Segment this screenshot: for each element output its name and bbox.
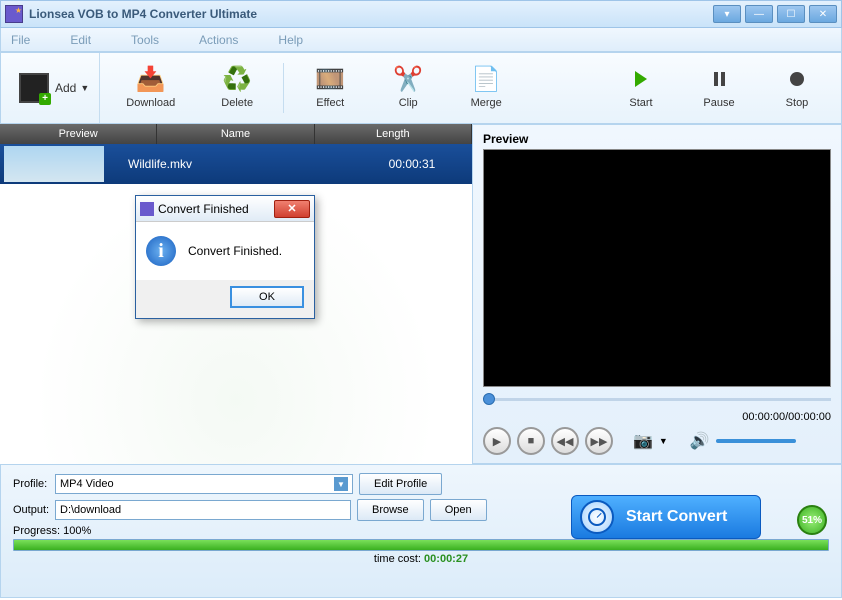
start-convert-button[interactable]: Start Convert (571, 495, 761, 539)
pause-button[interactable]: Pause (683, 59, 755, 117)
dialog-title: Convert Finished (158, 202, 274, 216)
menu-actions[interactable]: Actions (199, 33, 238, 47)
profile-dropdown[interactable]: MP4 Video ▼ (55, 474, 353, 494)
window-title: Lionsea VOB to MP4 Converter Ultimate (29, 7, 713, 21)
download-button[interactable]: 📥 Download (106, 59, 195, 117)
edit-profile-button[interactable]: Edit Profile (359, 473, 442, 495)
merge-icon: 📄 (470, 63, 502, 95)
menu-edit[interactable]: Edit (70, 33, 91, 47)
separator (283, 63, 284, 113)
browse-button[interactable]: Browse (357, 499, 424, 521)
playback-play-button[interactable]: ▶ (483, 427, 511, 455)
play-icon (625, 63, 657, 95)
thumbnail (4, 146, 104, 182)
info-icon: i (146, 236, 176, 266)
pause-icon (703, 63, 735, 95)
chevron-down-icon: ▼ (334, 477, 348, 491)
list-header: Preview Name Length (0, 124, 472, 144)
delete-button[interactable]: ♻️ Delete (201, 59, 273, 117)
title-bar: Lionsea VOB to MP4 Converter Ultimate ▾ … (0, 0, 842, 28)
chevron-down-icon: ▼ (80, 83, 89, 93)
effect-icon: 🎞️ (314, 63, 346, 95)
playback-stop-button[interactable]: ■ (517, 427, 545, 455)
download-icon: 📥 (135, 63, 167, 95)
preview-screen[interactable] (483, 149, 831, 387)
output-label: Output: (13, 504, 55, 516)
film-plus-icon (19, 73, 49, 103)
menu-help[interactable]: Help (278, 33, 303, 47)
stop-icon (781, 63, 813, 95)
progress-fill (14, 540, 828, 550)
maximize-button[interactable]: ☐ (777, 5, 805, 23)
app-icon (5, 5, 23, 23)
menu-bar: File Edit Tools Actions Help (0, 28, 842, 52)
stop-button[interactable]: Stop (761, 59, 833, 117)
output-input[interactable] (55, 500, 351, 520)
playback-time: 00:00:00/00:00:00 (491, 411, 831, 423)
snapshot-dropdown-icon[interactable]: ▼ (659, 436, 668, 446)
menu-tools[interactable]: Tools (131, 33, 159, 47)
preview-panel: Preview 00:00:00/00:00:00 ▶ ■ ◀◀ ▶▶ 📷 ▼ … (472, 124, 842, 464)
time-cost-value: 00:00:27 (424, 553, 468, 565)
profile-label: Profile: (13, 478, 55, 490)
dialog-ok-button[interactable]: OK (230, 286, 304, 308)
bottom-panel: Profile: MP4 Video ▼ Edit Profile Output… (0, 464, 842, 598)
recycle-icon: ♻️ (221, 63, 253, 95)
snapshot-icon[interactable]: 📷 (633, 431, 653, 451)
close-button[interactable]: ✕ (809, 5, 837, 23)
toolbar: Add ▼ 📥 Download ♻️ Delete 🎞️ Effect ✂️ … (0, 52, 842, 124)
col-length[interactable]: Length (315, 124, 472, 144)
dialog-message: Convert Finished. (188, 244, 282, 258)
convert-finished-dialog: Convert Finished ✕ i Convert Finished. O… (135, 195, 315, 319)
col-preview[interactable]: Preview (0, 124, 157, 144)
playback-forward-button[interactable]: ▶▶ (585, 427, 613, 455)
start-button[interactable]: Start (605, 59, 677, 117)
clip-button[interactable]: ✂️ Clip (372, 59, 444, 117)
file-name: Wildlife.mkv (108, 157, 352, 171)
dialog-close-button[interactable]: ✕ (274, 200, 310, 218)
effect-button[interactable]: 🎞️ Effect (294, 59, 366, 117)
col-name[interactable]: Name (157, 124, 314, 144)
open-button[interactable]: Open (430, 499, 487, 521)
add-label: Add (55, 81, 76, 95)
time-cost-label: time cost: (374, 553, 421, 565)
profile-value: MP4 Video (60, 478, 114, 490)
seek-thumb[interactable] (483, 393, 495, 405)
volume-slider[interactable] (716, 439, 796, 443)
window-extra-button[interactable]: ▾ (713, 5, 741, 23)
dialog-app-icon (140, 202, 154, 216)
minimize-button[interactable]: — (745, 5, 773, 23)
preview-label: Preview (483, 129, 831, 149)
table-row[interactable]: Wildlife.mkv 00:00:31 (0, 144, 472, 184)
menu-file[interactable]: File (11, 33, 30, 47)
scissors-icon: ✂️ (392, 63, 424, 95)
progress-bar (13, 539, 829, 551)
seek-bar[interactable] (483, 391, 831, 407)
merge-button[interactable]: 📄 Merge (450, 59, 522, 117)
file-length: 00:00:31 (352, 157, 472, 171)
playback-rewind-button[interactable]: ◀◀ (551, 427, 579, 455)
volume-icon[interactable]: 🔊 (690, 431, 710, 451)
percent-badge[interactable]: 51% (797, 505, 827, 535)
add-button[interactable]: Add ▼ (9, 53, 100, 123)
clock-icon (580, 500, 614, 534)
